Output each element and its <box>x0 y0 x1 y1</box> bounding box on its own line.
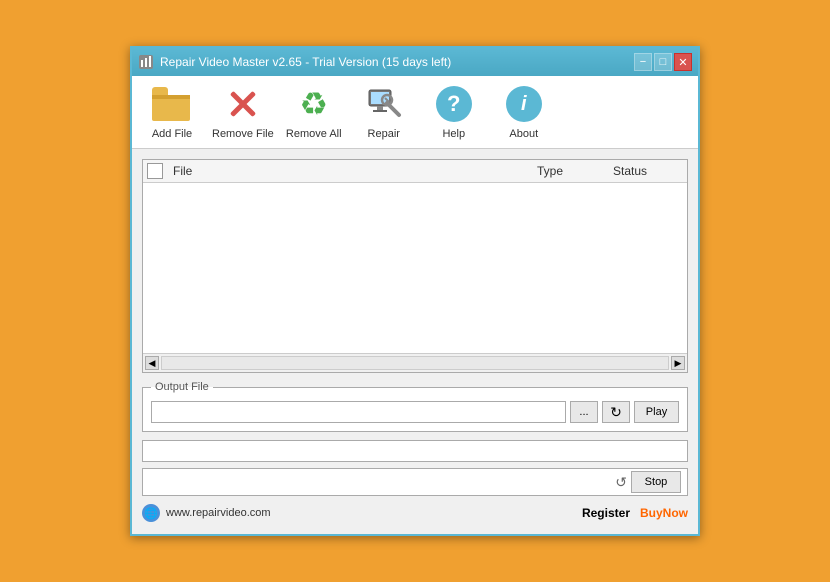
remove-file-label: Remove File <box>212 128 274 140</box>
help-icon: ? <box>434 84 474 124</box>
output-row: ... ↻ Play <box>151 401 679 423</box>
play-button[interactable]: Play <box>634 401 679 423</box>
browse-button[interactable]: ... <box>570 401 598 423</box>
status-bar: 🌐 www.repairvideo.com Register BuyNow <box>142 502 688 524</box>
scroll-left-arrow[interactable]: ◀ <box>145 356 159 370</box>
about-button[interactable]: i About <box>494 84 554 140</box>
main-content: File Type Status ◀ ▶ Output File ... ↻ P… <box>132 149 698 534</box>
scroll-track[interactable] <box>161 356 669 370</box>
file-column-header: File <box>169 164 531 178</box>
type-column-header: Type <box>537 164 607 178</box>
buynow-link[interactable]: BuyNow <box>640 506 688 520</box>
status-bar-right: Register BuyNow <box>582 506 688 520</box>
refresh-button[interactable]: ↻ <box>602 401 630 423</box>
status-column-header: Status <box>613 164 683 178</box>
stop-icon: ↺ <box>615 474 627 491</box>
stop-button[interactable]: Stop <box>631 471 681 493</box>
status-bar-left: 🌐 www.repairvideo.com <box>142 504 271 522</box>
remove-file-button[interactable]: Remove File <box>212 84 274 140</box>
stop-area: ↺ Stop <box>142 468 688 496</box>
about-icon: i <box>504 84 544 124</box>
remove-all-button[interactable]: ♻ Remove All <box>284 84 344 140</box>
title-bar: Repair Video Master v2.65 - Trial Versio… <box>132 48 698 76</box>
output-file-input[interactable] <box>151 401 566 423</box>
title-buttons: − □ ✕ <box>634 53 692 71</box>
add-file-button[interactable]: Add File <box>142 84 202 140</box>
window-title: Repair Video Master v2.65 - Trial Versio… <box>160 55 451 69</box>
app-icon <box>138 54 154 70</box>
remove-all-icon: ♻ <box>294 84 334 124</box>
help-button[interactable]: ? Help <box>424 84 484 140</box>
select-all-checkbox[interactable] <box>147 163 163 179</box>
maximize-button[interactable]: □ <box>654 53 672 71</box>
about-label: About <box>509 128 538 140</box>
remove-icon <box>223 84 263 124</box>
help-label: Help <box>442 128 465 140</box>
folder-icon <box>152 84 192 124</box>
remove-all-label: Remove All <box>286 128 342 140</box>
file-list-body[interactable] <box>143 183 687 353</box>
title-bar-left: Repair Video Master v2.65 - Trial Versio… <box>138 54 451 70</box>
toolbar: Add File Remove File ♻ Remove All <box>132 76 698 149</box>
add-file-label: Add File <box>152 128 192 140</box>
website-link[interactable]: www.repairvideo.com <box>166 507 271 519</box>
minimize-button[interactable]: − <box>634 53 652 71</box>
repair-icon <box>364 84 404 124</box>
horizontal-scrollbar[interactable]: ◀ ▶ <box>143 353 687 372</box>
repair-button[interactable]: Repair <box>354 84 414 140</box>
main-window: Repair Video Master v2.65 - Trial Versio… <box>130 46 700 536</box>
close-button[interactable]: ✕ <box>674 53 692 71</box>
output-file-legend: Output File <box>151 381 213 393</box>
progress-bar <box>142 440 688 462</box>
file-list-header: File Type Status <box>143 160 687 183</box>
scroll-right-arrow[interactable]: ▶ <box>671 356 685 370</box>
register-link[interactable]: Register <box>582 506 630 520</box>
repair-label: Repair <box>368 128 400 140</box>
file-list-container: File Type Status ◀ ▶ <box>142 159 688 373</box>
globe-icon: 🌐 <box>142 504 160 522</box>
